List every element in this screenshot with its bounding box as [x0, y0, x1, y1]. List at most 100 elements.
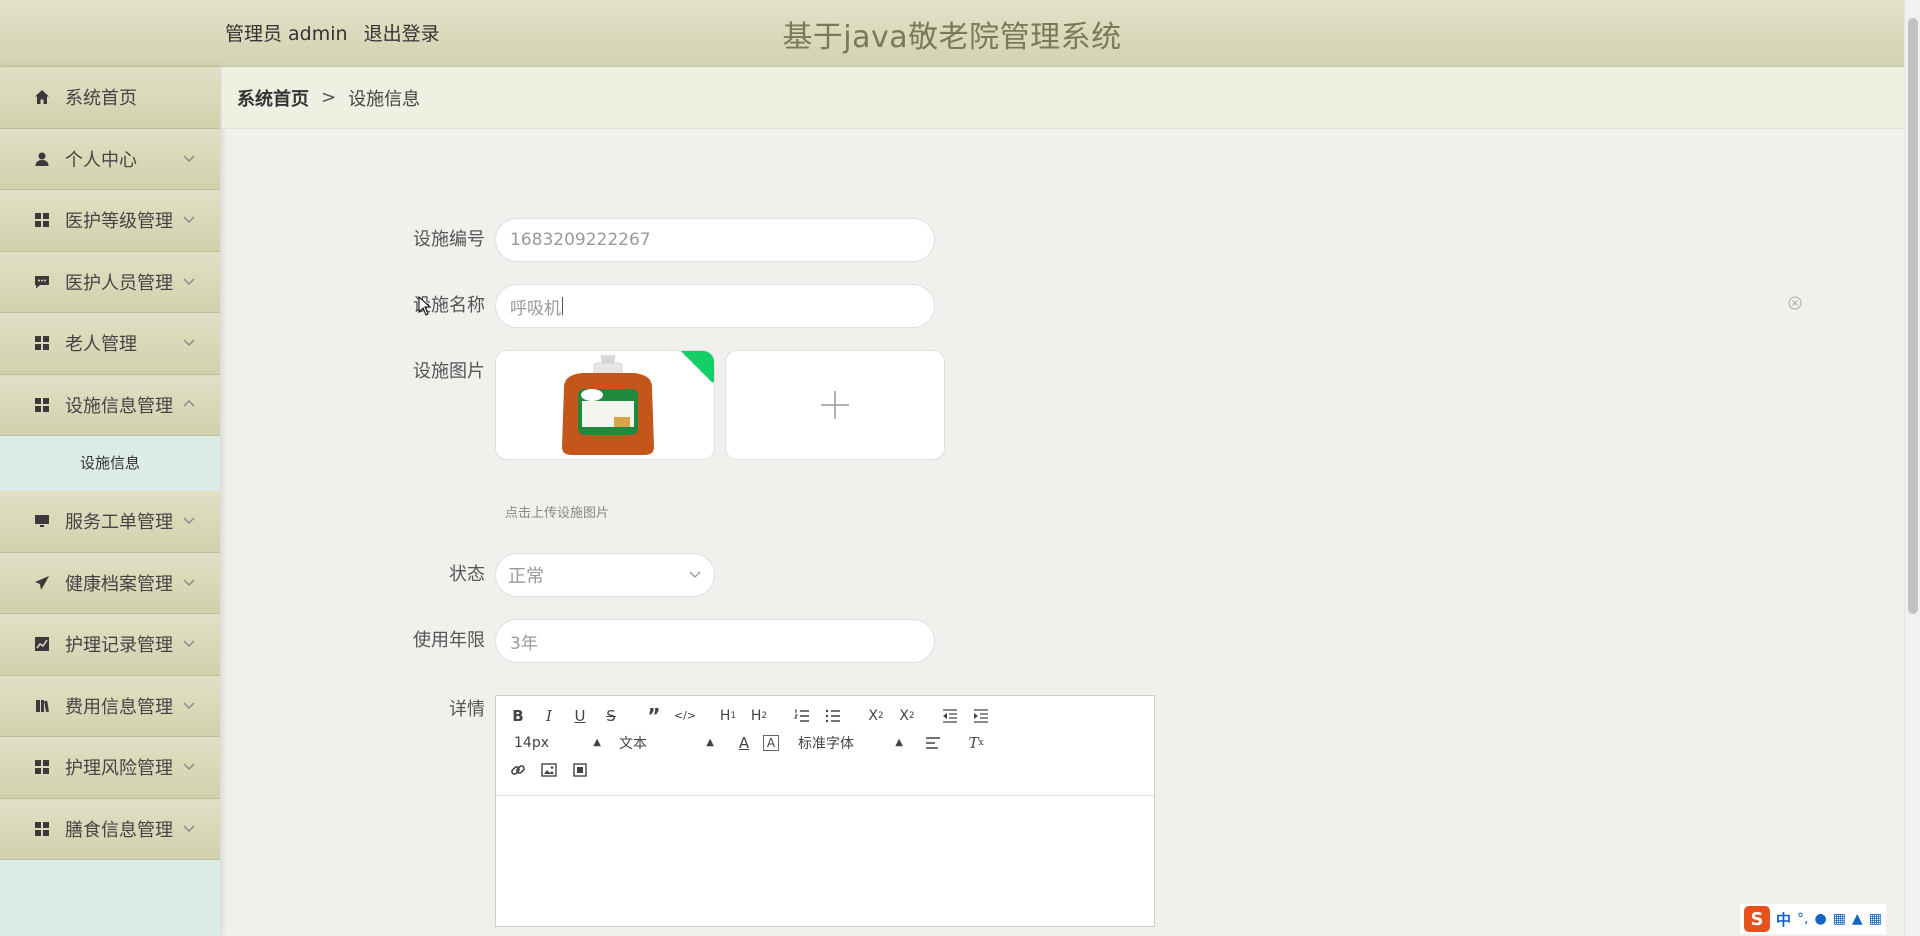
monitor-icon [33, 512, 51, 530]
outdent-icon[interactable] [938, 705, 962, 727]
upload-tip: 点击上传设施图片 [505, 506, 610, 521]
sidebar-item-label: 费用信息管理 [65, 696, 173, 718]
punctuation-icon[interactable]: °, [1797, 911, 1808, 927]
chevron-down-icon [183, 702, 195, 709]
form-row-image: 设施图片 [405, 350, 955, 460]
strikethrough-icon[interactable]: S [599, 705, 623, 727]
grid-icon [33, 211, 51, 229]
clear-format-icon[interactable]: Tx [964, 732, 988, 754]
chat-icon [33, 273, 51, 291]
chevron-down-icon [183, 579, 195, 586]
keyboard-icon[interactable]: ▦ [1833, 911, 1846, 927]
editor-body[interactable] [496, 796, 1154, 926]
font-family-select[interactable]: 标准字体 ▲ [798, 733, 903, 753]
sidebar-item-elderly[interactable]: 老人管理 [0, 313, 220, 375]
breadcrumb-separator: > [321, 87, 337, 108]
name-value: 呼吸机 [510, 298, 561, 319]
sidebar-item-care-risk[interactable]: 护理风险管理 [0, 737, 220, 799]
years-input[interactable]: 3年 [495, 619, 935, 663]
sidebar-item-label: 护理风险管理 [65, 758, 173, 780]
align-left-icon[interactable] [921, 732, 945, 754]
status-select[interactable]: 正常 [495, 553, 715, 597]
image-label: 设施图片 [413, 361, 485, 382]
form-row-code: 设施编号 1683209222267 [405, 218, 935, 262]
status-value: 正常 [508, 566, 544, 587]
underline-icon[interactable]: U [568, 705, 592, 727]
form-row-name: 设施名称 呼吸机 [405, 284, 935, 328]
sidebar-item-staff[interactable]: 医护人员管理 [0, 251, 220, 313]
years-placeholder: 3年 [510, 633, 538, 654]
status-label: 状态 [449, 564, 485, 585]
system-title: 基于java敬老院管理系统 [782, 20, 1122, 55]
sidebar-item-care-log[interactable]: 护理记录管理 [0, 614, 220, 676]
updown-icon: ▲ [895, 737, 903, 748]
sidebar-subitem-facility-info[interactable]: 设施信息 [0, 436, 220, 491]
background-color-icon[interactable]: A [763, 734, 779, 751]
plus-icon [821, 391, 849, 419]
sidebar-item-meals[interactable]: 膳食信息管理 [0, 798, 220, 860]
sidebar-item-label: 老人管理 [65, 334, 137, 356]
heading1-icon[interactable]: H1 [716, 705, 740, 727]
video-icon[interactable] [568, 759, 592, 781]
chevron-up-icon [183, 399, 195, 406]
grid-menu-icon[interactable]: ▦ [1869, 911, 1882, 927]
sidebar-item-personal[interactable]: 个人中心 [0, 128, 220, 190]
ime-language-label[interactable]: 中 [1776, 909, 1791, 930]
breadcrumb-current: 设施信息 [348, 88, 421, 110]
sidebar-item-label: 服务工单管理 [65, 512, 173, 534]
breadcrumb-home[interactable]: 系统首页 [237, 85, 309, 111]
code-label: 设施编号 [413, 229, 485, 250]
user-icon [33, 150, 51, 168]
font-family-value: 标准字体 [798, 735, 854, 752]
sogou-logo-icon: S [1744, 906, 1770, 932]
heading2-icon[interactable]: H2 [747, 705, 771, 727]
font-size-select[interactable]: 14px ▲ [506, 735, 601, 751]
sidebar-item-facility[interactable]: 设施信息管理 [0, 374, 220, 436]
sidebar-item-fees[interactable]: 费用信息管理 [0, 675, 220, 737]
superscript-icon[interactable]: X2 [895, 705, 919, 727]
sidebar-item-care-level[interactable]: 医护等级管理 [0, 190, 220, 252]
ordered-list-icon[interactable] [790, 705, 814, 727]
updown-icon: ▲ [706, 737, 714, 748]
editor-toolbar: B I U S ” </> H1 H2 X2 X2 14px ▲ 文本 ▲ A … [496, 696, 1154, 796]
name-input[interactable]: 呼吸机 [495, 284, 935, 328]
rich-text-editor: B I U S ” </> H1 H2 X2 X2 14px ▲ 文本 ▲ A … [495, 695, 1155, 927]
bullet-list-icon[interactable] [821, 705, 845, 727]
italic-icon[interactable]: I [537, 705, 561, 727]
close-circle-icon[interactable] [1788, 296, 1802, 310]
add-image-button[interactable] [725, 350, 945, 460]
mouse-cursor-icon [418, 296, 432, 316]
form-row-detail: 详情 B I U S ” </> H1 H2 X2 X2 14px ▲ 文本 ▲… [405, 695, 1155, 927]
code-input[interactable]: 1683209222267 [495, 218, 935, 262]
sidebar-item-home[interactable]: 系统首页 [0, 67, 220, 129]
sidebar-item-label: 系统首页 [65, 88, 137, 110]
sidebar: 系统首页 个人中心 医护等级管理 医护人员管理 老人管理 设施信息管理 设施信息… [0, 67, 220, 936]
chevron-down-icon [183, 155, 195, 162]
image-icon[interactable] [537, 759, 561, 781]
chevron-down-icon [183, 339, 195, 346]
send-icon [33, 574, 51, 592]
skin-icon[interactable]: ▲ [1852, 911, 1863, 927]
scrollbar-thumb[interactable] [1908, 18, 1918, 614]
microphone-icon[interactable]: ● [1814, 911, 1826, 927]
heading-value: 文本 [619, 735, 647, 752]
heading-select[interactable]: 文本 ▲ [619, 733, 714, 753]
sidebar-item-label: 个人中心 [65, 149, 137, 171]
indent-icon[interactable] [969, 705, 993, 727]
sidebar-item-work-order[interactable]: 服务工单管理 [0, 491, 220, 553]
code-icon[interactable]: </> [673, 705, 697, 727]
book-icon [33, 697, 51, 715]
chevron-down-icon [689, 571, 701, 578]
bold-icon[interactable]: B [506, 705, 530, 727]
chevron-down-icon [183, 216, 195, 223]
sidebar-item-health-record[interactable]: 健康档案管理 [0, 552, 220, 614]
text-caret [562, 297, 563, 315]
uploaded-image-card[interactable] [495, 350, 715, 460]
subscript-icon[interactable]: X2 [864, 705, 888, 727]
grid-icon [33, 758, 51, 776]
vertical-scrollbar[interactable] [1904, 0, 1920, 936]
link-icon[interactable] [506, 759, 530, 781]
font-color-icon[interactable]: A [732, 732, 756, 754]
blockquote-icon[interactable]: ” [642, 704, 666, 728]
form-row-years: 使用年限 3年 [405, 619, 935, 663]
